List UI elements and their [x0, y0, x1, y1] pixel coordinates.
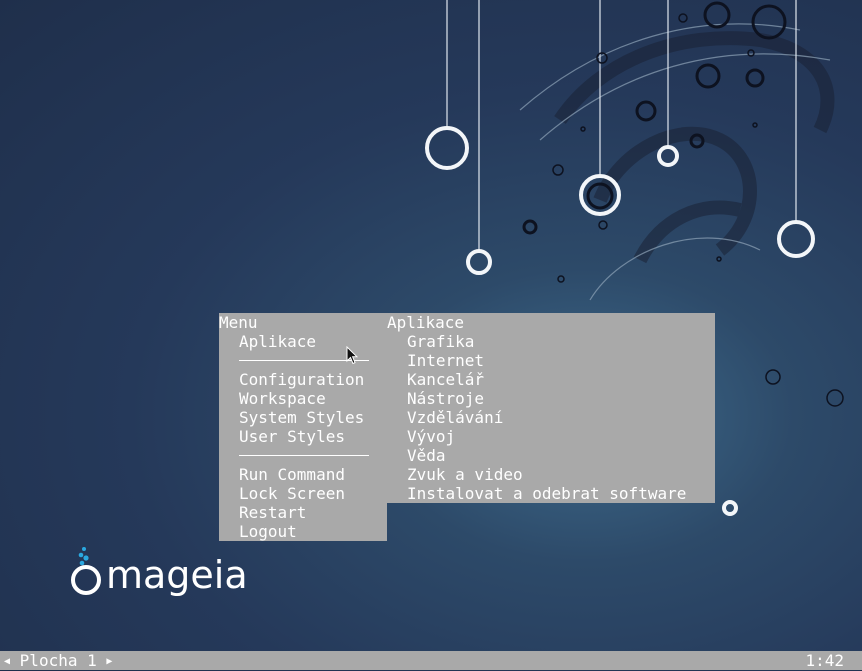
- mouse-cursor-icon: [346, 346, 358, 365]
- menu-separator: [219, 351, 387, 370]
- workspace-switcher[interactable]: ◀ Plocha 1 ▶: [4, 651, 112, 671]
- taskbar: ◀ Plocha 1 ▶ 1:42: [0, 651, 862, 670]
- left-arrow-icon[interactable]: ◀: [4, 656, 10, 667]
- menu-item-run-command[interactable]: Run Command: [219, 465, 387, 484]
- menu-item-configuration[interactable]: Configuration: [219, 370, 387, 389]
- menu-item-system-styles[interactable]: System Styles: [219, 408, 387, 427]
- right-arrow-icon[interactable]: ▶: [106, 656, 112, 667]
- root-menu-title: Menu: [219, 313, 258, 332]
- menu-item-nastroje[interactable]: Nástroje: [387, 389, 715, 408]
- menu-separator: [219, 446, 387, 465]
- mageia-logo-icon: [71, 547, 101, 595]
- menu-item-user-styles[interactable]: User Styles: [219, 427, 387, 446]
- workspace-name: Plocha 1: [19, 651, 97, 670]
- menu-item-restart[interactable]: Restart: [219, 503, 387, 522]
- menu-item-logout[interactable]: Logout: [219, 522, 387, 541]
- root-menu: Menu Aplikace Configuration Workspace Sy…: [219, 313, 387, 541]
- clock: 1:42: [805, 651, 844, 670]
- menu-item-grafika[interactable]: Grafika: [387, 332, 715, 351]
- apps-submenu: Aplikace Grafika Internet Kancelář Nástr…: [387, 313, 715, 503]
- mageia-logo-text: mageia: [106, 553, 248, 597]
- menu-item-veda[interactable]: Věda: [387, 446, 715, 465]
- menu-item-vzdelavani[interactable]: Vzdělávání: [387, 408, 715, 427]
- menu-item-zvuk-a-video[interactable]: Zvuk a video: [387, 465, 715, 484]
- apps-submenu-title: Aplikace: [387, 313, 465, 332]
- menu-item-aplikace[interactable]: Aplikace: [219, 332, 387, 351]
- menu-item-vyvoj[interactable]: Vývoj: [387, 427, 715, 446]
- menu-item-internet[interactable]: Internet: [387, 351, 715, 370]
- menu-item-instalovat-software[interactable]: Instalovat a odebrat software: [387, 484, 715, 503]
- menu-item-kancelar[interactable]: Kancelář: [387, 370, 715, 389]
- menu-item-lock-screen[interactable]: Lock Screen: [219, 484, 387, 503]
- menu-item-workspace[interactable]: Workspace: [219, 389, 387, 408]
